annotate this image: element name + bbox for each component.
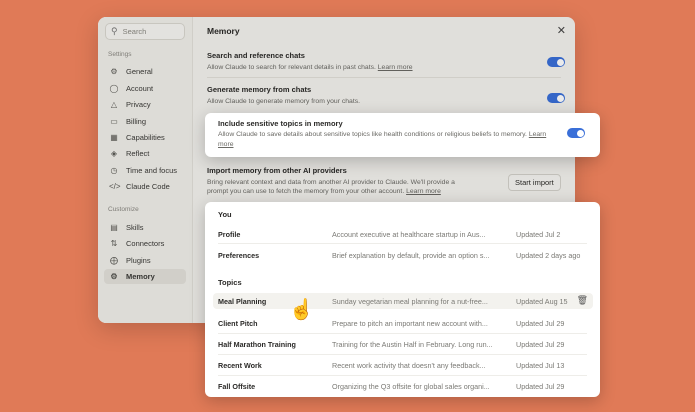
grid-icon: ▦: [110, 133, 118, 142]
group-label-topics: Topics: [218, 278, 242, 287]
memory-icon: ⚙: [110, 272, 118, 281]
table-row[interactable]: Preferences Brief explanation by default…: [213, 247, 593, 263]
settings-section-label: Settings: [108, 51, 132, 58]
start-import-button[interactable]: Start import: [508, 174, 561, 191]
toggle-search-reference[interactable]: [547, 57, 565, 67]
sidebar-item-capabilities[interactable]: ▦ Capabilities: [104, 130, 186, 145]
hand-cursor-icon: ☝: [289, 299, 314, 321]
mirror-icon: ◈: [110, 149, 118, 158]
sidebar-item-claude-code[interactable]: </> Claude Code: [104, 179, 186, 194]
divider: [207, 77, 561, 78]
sidebar-item-plugins[interactable]: ⨁ Plugins: [104, 253, 186, 268]
sidebar-item-billing[interactable]: ▭ Billing: [104, 114, 186, 129]
table-row[interactable]: Client Pitch Prepare to pitch an importa…: [213, 315, 593, 331]
sidebar-item-reflect[interactable]: ◈ Reflect: [104, 146, 186, 161]
trash-icon[interactable]: 🗑: [577, 295, 588, 306]
table-row[interactable]: Recent Work Recent work activity that do…: [213, 357, 593, 373]
skills-icon: ▤: [110, 223, 118, 232]
group-label-you: You: [218, 210, 232, 219]
sidebar-item-privacy[interactable]: △ Privacy: [104, 97, 186, 112]
sidebar-item-connectors[interactable]: ⇅ Connectors: [104, 236, 186, 251]
table-row[interactable]: Fall Offsite Organizing the Q3 offsite f…: [213, 378, 593, 394]
table-row[interactable]: Half Marathon Training Training for the …: [213, 336, 593, 352]
puzzle-icon: ⨁: [110, 256, 118, 265]
search-input[interactable]: ⚲ Search: [105, 23, 185, 40]
gear-icon: ⚙: [110, 67, 118, 76]
table-row[interactable]: Profile Account executive at healthcare …: [213, 226, 593, 242]
page-title: Memory: [207, 26, 240, 36]
setting-generate-memory: Generate memory from chats Allow Claude …: [207, 85, 360, 105]
sidebar-item-memory[interactable]: ⚙ Memory: [104, 269, 186, 284]
user-icon: ◯: [109, 84, 119, 93]
learn-more-link[interactable]: Learn more: [378, 64, 413, 71]
customize-section-label: Customize: [108, 206, 139, 213]
shield-icon: △: [110, 100, 118, 109]
sidebar-item-time-and-focus[interactable]: ◷ Time and focus: [104, 163, 186, 178]
plug-icon: ⇅: [110, 239, 118, 248]
code-icon: </>: [109, 182, 121, 191]
toggle-sensitive-topics[interactable]: [567, 128, 585, 138]
sidebar-item-account[interactable]: ◯ Account: [104, 81, 186, 96]
sensitive-topics-card: Include sensitive topics in memory Allow…: [205, 113, 600, 157]
memory-table-card: You Profile Account executive at healthc…: [205, 202, 600, 397]
sidebar: ⚲ Search Settings ⚙ General ◯ Account △ Pri…: [98, 17, 193, 323]
card-icon: ▭: [110, 117, 118, 126]
clock-icon: ◷: [110, 166, 118, 175]
sidebar-item-skills[interactable]: ▤ Skills: [104, 220, 186, 235]
learn-more-link[interactable]: Learn more: [406, 188, 441, 195]
table-row[interactable]: Meal Planning Sunday vegetarian meal pla…: [213, 293, 593, 309]
search-icon: ⚲: [111, 26, 118, 36]
toggle-generate-memory[interactable]: [547, 93, 565, 103]
search-placeholder: Search: [122, 27, 147, 36]
setting-search-reference: Search and reference chats Allow Claude …: [207, 51, 413, 71]
sidebar-item-general[interactable]: ⚙ General: [104, 64, 186, 79]
close-icon[interactable]: ✕: [557, 24, 566, 37]
